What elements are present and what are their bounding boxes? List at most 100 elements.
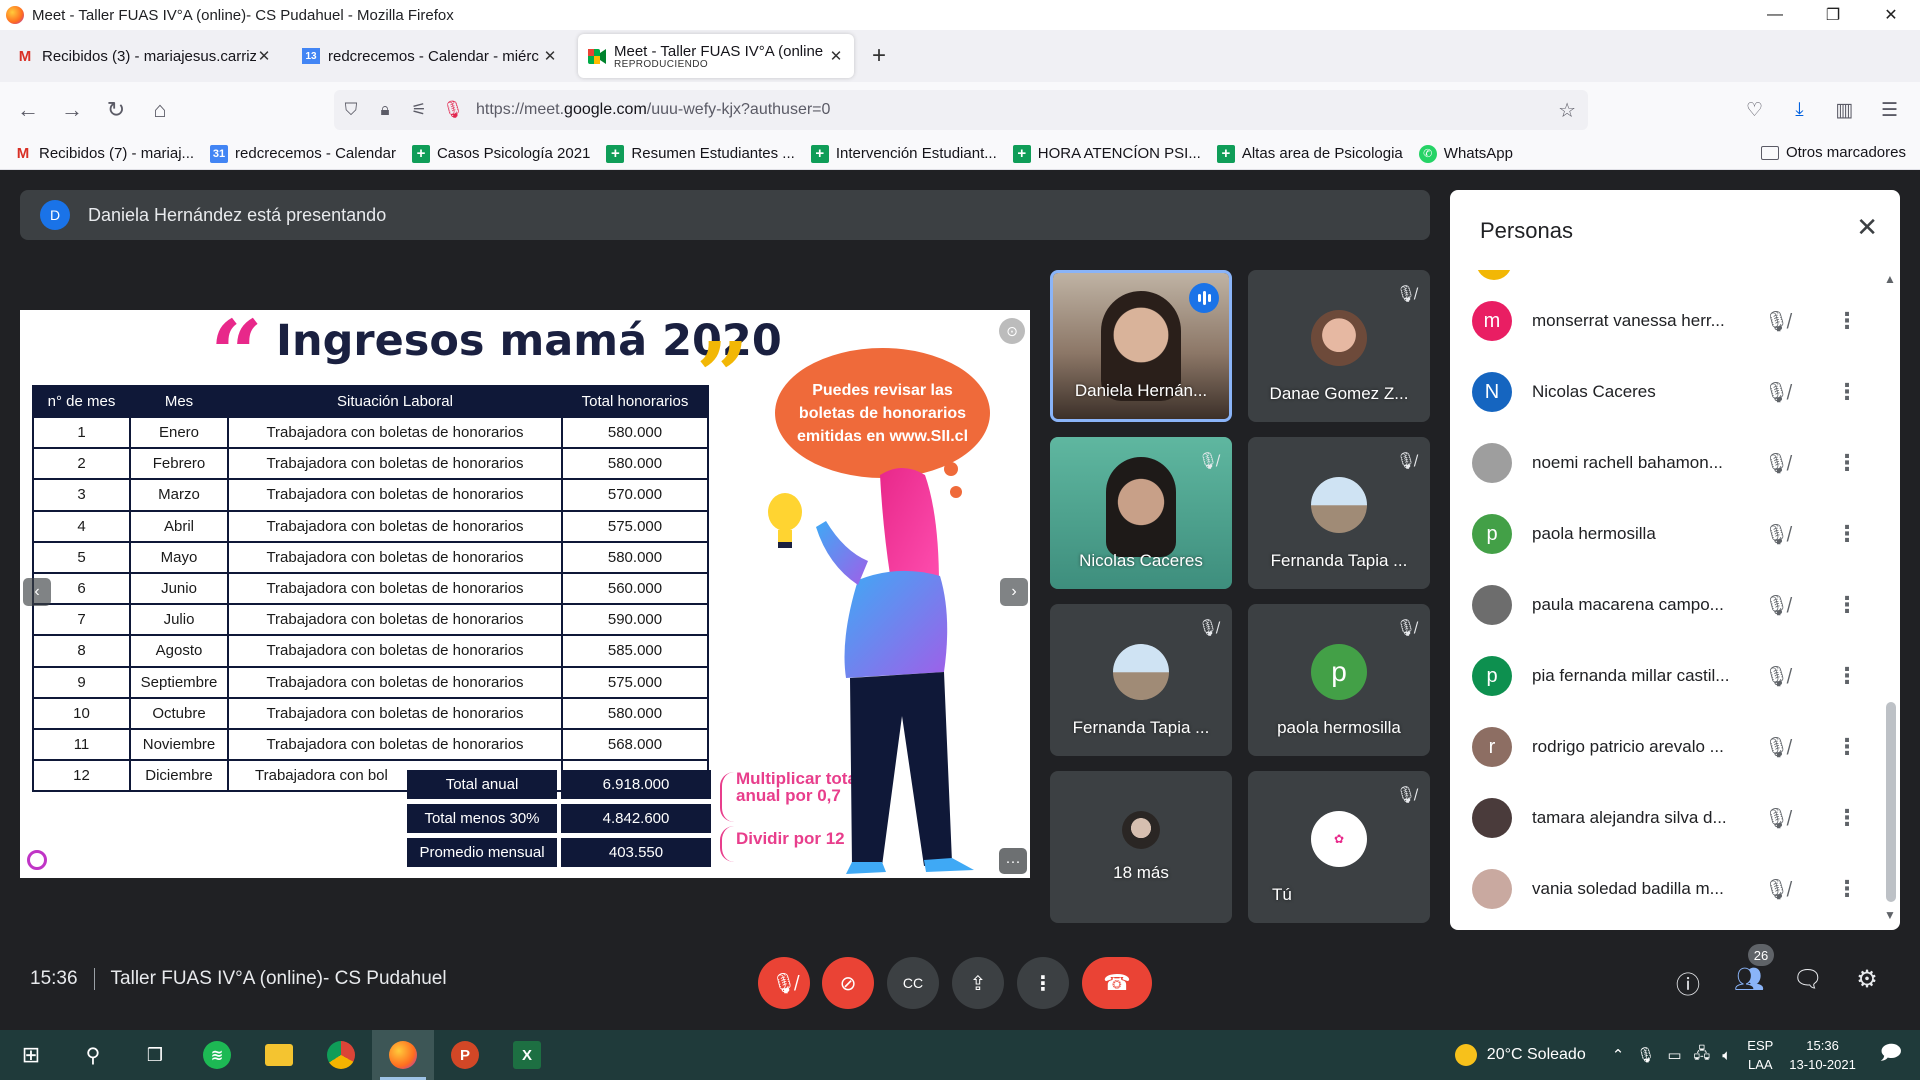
bookmark-resumen[interactable]: + Resumen Estudiantes ... (606, 144, 795, 163)
start-button[interactable]: ⊞ (0, 1030, 62, 1080)
tile-self[interactable]: 🎙︎̸ ✿ Tú (1248, 771, 1430, 923)
mic-off-icon[interactable]: 🎙︎̸ (1764, 451, 1789, 476)
more-options-icon[interactable]: ⋮ (1836, 308, 1858, 334)
mic-off-icon[interactable]: 🎙︎̸ (1764, 522, 1789, 547)
search-button[interactable]: ⚲ (62, 1030, 124, 1080)
more-options-icon[interactable]: ⋮ (1836, 450, 1858, 476)
list-item[interactable]: r rodrigo patricio arevalo ... 🎙︎̸ ⋮ (1472, 722, 1872, 772)
clock[interactable]: 15:36 13-10-2021 (1789, 1036, 1856, 1074)
tile-paola[interactable]: 🎙︎̸ p paola hermosilla (1248, 604, 1430, 756)
address-bar[interactable]: ⛉ 🔒︎ ⚟ 🎙︎ https://meet.google.com/uuu-we… (334, 90, 1588, 130)
taskbar-spotify[interactable]: ≋ (186, 1030, 248, 1080)
list-item[interactable]: p paola hermosilla 🎙︎̸ ⋮ (1472, 509, 1872, 559)
microphone-icon[interactable]: 🎙︎ (436, 100, 470, 120)
notifications-icon[interactable]: 🗩︎ (1880, 1038, 1902, 1072)
scroll-up-icon[interactable]: ▲ (1884, 272, 1896, 286)
mic-off-icon[interactable]: 🎙︎̸ (1764, 309, 1789, 334)
pocket-icon[interactable]: ♡ (1732, 90, 1777, 130)
bookmark-calendar[interactable]: 31 redcrecemos - Calendar (210, 144, 396, 163)
more-options-icon[interactable]: ⋮ (1836, 663, 1858, 689)
more-options-icon[interactable]: ⋮ (1836, 379, 1858, 405)
more-options-icon[interactable]: ⋮ (1836, 805, 1858, 831)
slide-prev-button[interactable]: ‹ (23, 578, 51, 606)
camera-toggle-button[interactable]: ⊘ (822, 957, 874, 1009)
list-item[interactable]: N Nicolas Caceres 🎙︎̸ ⋮ (1472, 367, 1872, 417)
mic-off-icon[interactable]: 🎙︎̸ (1764, 380, 1789, 405)
microphone-icon[interactable]: 🎙︎ (1636, 1046, 1655, 1064)
bookmark-star-icon[interactable]: ☆ (1558, 98, 1576, 123)
chevron-up-icon[interactable]: ⌃ (1612, 1046, 1625, 1064)
task-view-button[interactable]: ❒ (124, 1030, 186, 1080)
mic-off-icon[interactable]: 🎙︎̸ (1764, 877, 1789, 902)
bookmark-casos[interactable]: + Casos Psicología 2021 (411, 144, 590, 163)
close-tab-icon[interactable]: ✕ (828, 47, 844, 65)
present-button[interactable]: ⇪ (952, 957, 1004, 1009)
info-icon[interactable]: ⓘ (1670, 965, 1706, 1000)
shield-icon[interactable]: ⛉ (334, 100, 368, 120)
tile-nicolas[interactable]: 🎙︎̸ Nicolas Caceres (1050, 437, 1232, 589)
tile-fernanda-2[interactable]: 🎙︎̸ Fernanda Tapia ... (1050, 604, 1232, 756)
reload-icon[interactable]: ↻ (96, 90, 136, 130)
tile-daniela[interactable]: Daniela Hernán... (1050, 270, 1232, 422)
more-options-icon[interactable]: ⋮ (1836, 521, 1858, 547)
scroll-thumb[interactable] (1886, 702, 1896, 902)
scroll-down-icon[interactable]: ▼ (1884, 908, 1896, 922)
taskbar-chrome[interactable] (310, 1030, 372, 1080)
list-item[interactable]: vania soledad badilla m... 🎙︎̸ ⋮ (1472, 864, 1872, 914)
bookmark-intervencion[interactable]: + Intervención Estudiant... (810, 144, 997, 163)
tile-fernanda-1[interactable]: 🎙︎̸ Fernanda Tapia ... (1248, 437, 1430, 589)
tab-meet[interactable]: Meet - Taller FUAS IV°A (online REPRODUC… (578, 34, 854, 78)
bookmark-gmail[interactable]: M Recibidos (7) - mariaj... (14, 145, 194, 163)
more-options-icon[interactable]: ⋮ (1836, 734, 1858, 760)
activities-icon[interactable]: ⚙︎ (1849, 965, 1885, 994)
leave-call-button[interactable]: ☎ (1082, 957, 1152, 1009)
more-options-button[interactable]: ⋮ (1017, 957, 1069, 1009)
network-icon[interactable]: 🖧︎ (1694, 1043, 1711, 1068)
volume-icon[interactable]: 🔈︎ (1722, 1047, 1731, 1064)
list-item[interactable]: paula macarena campo... 🎙︎̸ ⋮ (1472, 580, 1872, 630)
captions-button[interactable]: CC (887, 957, 939, 1009)
people-scrollbar[interactable]: ▲ ▼ (1884, 272, 1898, 922)
minimize-button[interactable]: — (1746, 0, 1804, 30)
mic-off-icon[interactable]: 🎙︎̸ (1764, 664, 1789, 689)
taskbar-explorer[interactable] (248, 1030, 310, 1080)
permissions-icon[interactable]: ⚟ (402, 100, 436, 120)
people-icon[interactable]: 👥︎ (1731, 965, 1767, 994)
list-item[interactable]: p pia fernanda millar castil... 🎙︎̸ ⋮ (1472, 651, 1872, 701)
list-item[interactable]: m monserrat vanessa herr... 🎙︎̸ ⋮ (1472, 296, 1872, 346)
chat-icon[interactable]: 🗨︎ (1790, 965, 1826, 994)
bookmark-hora-atencion[interactable]: + HORA ATENCÍON PSI... (1012, 144, 1201, 163)
taskbar-excel[interactable]: X (496, 1030, 558, 1080)
close-tab-icon[interactable]: ✕ (256, 47, 272, 65)
taskbar-firefox[interactable] (372, 1030, 434, 1080)
maximize-button[interactable]: ❐ (1804, 0, 1862, 30)
other-bookmarks[interactable]: Otros marcadores (1760, 144, 1906, 161)
bookmark-whatsapp[interactable]: ✆ WhatsApp (1418, 144, 1513, 163)
close-panel-icon[interactable]: ✕ (1856, 212, 1878, 243)
home-icon[interactable]: ⌂ (140, 90, 180, 130)
list-item[interactable]: tamara alejandra silva d... 🎙︎̸ ⋮ (1472, 793, 1872, 843)
lock-icon[interactable]: 🔒︎ (368, 100, 402, 120)
shared-screen[interactable]: “ Ingresos mamá 2020 ” n° de mes Mes Sit… (20, 310, 1030, 878)
forward-icon[interactable]: → (52, 90, 92, 130)
tab-calendar[interactable]: 13 redcrecemos - Calendar - miérc ✕ (292, 35, 568, 77)
tab-gmail[interactable]: M Recibidos (3) - mariajesus.carriz ✕ (6, 35, 282, 77)
battery-icon[interactable]: ▭ (1667, 1046, 1681, 1064)
tile-danae[interactable]: 🎙︎̸ Danae Gomez Z... (1248, 270, 1430, 422)
more-options-icon[interactable]: ⋮ (1836, 592, 1858, 618)
close-window-button[interactable]: ✕ (1862, 0, 1920, 30)
tile-more-participants[interactable]: 18 más (1050, 771, 1232, 923)
mic-off-icon[interactable]: 🎙︎̸ (1764, 806, 1789, 831)
sidebar-icon[interactable]: ▥ (1822, 90, 1867, 130)
more-options-icon[interactable]: ··· (999, 848, 1027, 874)
slide-next-button[interactable]: › (1000, 578, 1028, 606)
bookmark-altas[interactable]: + Altas area de Psicologia (1216, 144, 1403, 163)
close-tab-icon[interactable]: ✕ (542, 47, 558, 65)
menu-icon[interactable]: ☰ (1867, 90, 1912, 130)
mic-off-icon[interactable]: 🎙︎̸ (1764, 593, 1789, 618)
more-options-icon[interactable]: ⋮ (1836, 876, 1858, 902)
pin-icon[interactable]: ⊙ (999, 318, 1025, 344)
new-tab-button[interactable]: + (872, 42, 886, 70)
download-icon[interactable]: ⤓ (1777, 90, 1822, 130)
mic-off-icon[interactable]: 🎙︎̸ (1764, 735, 1789, 760)
